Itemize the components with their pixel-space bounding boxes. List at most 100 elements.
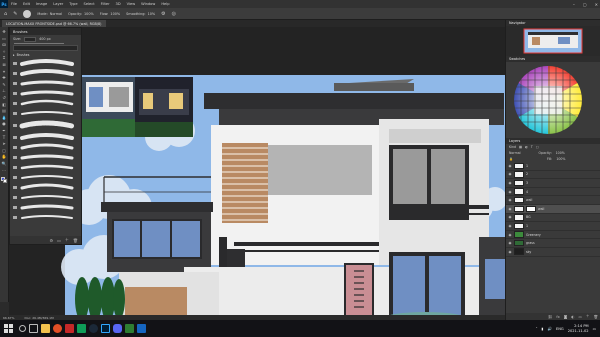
delete-brush-icon[interactable]: 🗑 — [73, 238, 78, 243]
zoom-readout[interactable]: 66.67% — [3, 316, 14, 320]
brush-preset-list[interactable] — [10, 58, 81, 233]
notification-icon[interactable]: ▭ — [593, 327, 596, 331]
marquee-tool-icon[interactable]: ▭ — [1, 36, 7, 42]
artwork[interactable] — [9, 27, 505, 320]
clock[interactable]: 2:14 PM 2021-11-02 — [568, 324, 589, 334]
menu-window[interactable]: Window — [138, 2, 158, 6]
visibility-eye-icon[interactable]: ◉ — [508, 250, 512, 254]
layer-opacity-value[interactable]: 100% — [556, 151, 565, 155]
layer-fill-value[interactable]: 100% — [556, 157, 565, 161]
brush-preset-picker[interactable] — [23, 9, 32, 18]
color-wheel[interactable] — [506, 62, 600, 138]
blend-mode-select[interactable]: Normal — [509, 151, 521, 155]
layer-kind-filter[interactable]: Kind — [509, 145, 516, 149]
magic-wand-tool-icon[interactable]: ✧ — [1, 49, 7, 55]
new-group-icon[interactable]: ▭ — [578, 315, 581, 319]
visibility-eye-icon[interactable]: ◉ — [508, 190, 512, 194]
layer-row[interactable]: ◉ grass — [506, 239, 600, 248]
layer-row[interactable]: ◉ 3 — [506, 179, 600, 188]
menu-view[interactable]: View — [124, 2, 139, 6]
color-swatches[interactable] — [1, 177, 7, 184]
menu-file[interactable]: File — [8, 2, 20, 6]
filter-adjust-icon[interactable]: ◐ — [525, 145, 528, 149]
photoshop-logo[interactable]: Ps — [0, 0, 8, 8]
menu-select[interactable]: Select — [81, 2, 98, 6]
more-tools-icon[interactable]: … — [1, 167, 7, 173]
layer-row[interactable]: ◉ 1 — [506, 222, 600, 231]
explorer-icon[interactable] — [41, 324, 50, 333]
layer-row-active[interactable]: ◉ wall — [506, 204, 600, 214]
visibility-eye-icon[interactable]: ◉ — [508, 172, 512, 176]
new-brush-icon[interactable]: ＋ — [65, 237, 69, 243]
new-layer-icon[interactable]: ＋ — [586, 314, 590, 319]
layer-row[interactable]: ◉ wall — [506, 196, 600, 205]
visibility-eye-icon[interactable]: ◉ — [508, 224, 512, 228]
maximize-button[interactable]: ▢ — [583, 2, 587, 7]
visibility-eye-icon[interactable]: ◉ — [508, 207, 512, 211]
zoom-tool-icon[interactable]: 🔍 — [1, 161, 7, 167]
brush-search-input[interactable] — [13, 45, 78, 51]
layer-row[interactable]: ◉ sky — [506, 248, 600, 257]
layer-row[interactable]: ◉ 2 — [506, 171, 600, 180]
move-tool-icon[interactable]: ✥ — [1, 29, 7, 35]
mail-icon[interactable] — [137, 324, 146, 333]
blur-tool-icon[interactable]: 💧 — [1, 115, 7, 121]
brush-tool-icon[interactable]: ✎ — [1, 82, 7, 88]
lock-icon[interactable]: 🔒 — [509, 157, 513, 161]
stamp-tool-icon[interactable]: ⊥ — [1, 88, 7, 94]
menu-3d[interactable]: 3D — [113, 2, 124, 6]
gear-icon[interactable]: ⚙ — [161, 11, 165, 17]
layer-row[interactable]: ◉ 4 — [506, 188, 600, 197]
pen-tool-icon[interactable]: ✒ — [1, 128, 7, 134]
flow-option[interactable]: Flow: 100% — [100, 12, 120, 16]
visibility-eye-icon[interactable]: ◉ — [508, 241, 512, 245]
menu-layer[interactable]: Layer — [50, 2, 66, 6]
add-mask-icon[interactable]: ◙ — [564, 315, 568, 319]
media-icon[interactable] — [65, 324, 74, 333]
shape-tool-icon[interactable]: ▢ — [1, 148, 7, 154]
layer-style-icon[interactable]: fx — [556, 315, 559, 319]
visibility-eye-icon[interactable]: ◉ — [508, 233, 512, 237]
network-icon[interactable]: ▮ — [541, 327, 543, 331]
link-layers-icon[interactable]: ⛓ — [548, 315, 553, 319]
dodge-tool-icon[interactable]: ● — [1, 121, 7, 127]
canvas-area[interactable] — [9, 27, 505, 320]
home-icon[interactable]: ⌂ — [4, 11, 7, 17]
lasso-tool-icon[interactable]: ꝏ — [1, 42, 7, 48]
visibility-eye-icon[interactable]: ◉ — [508, 215, 512, 219]
delete-layer-icon[interactable]: 🗑 — [593, 315, 598, 319]
layer-row[interactable]: ◉ BG — [506, 214, 600, 223]
history-brush-tool-icon[interactable]: ↺ — [1, 95, 7, 101]
filter-shape-icon[interactable]: ▢ — [536, 145, 539, 149]
adjustment-layer-icon[interactable]: ◐ — [571, 315, 574, 319]
brush-tool-icon[interactable]: ✎ — [13, 11, 17, 17]
new-group-icon[interactable]: ▭ — [57, 238, 61, 243]
filter-pixel-icon[interactable]: ▦ — [519, 145, 522, 149]
brush-size-input[interactable] — [24, 36, 37, 42]
menu-help[interactable]: Help — [158, 2, 172, 6]
crop-tool-icon[interactable]: ⌗ — [1, 55, 7, 61]
layer-row[interactable]: ◉ 1 — [506, 162, 600, 171]
gradient-tool-icon[interactable]: ▤ — [1, 108, 7, 114]
photoshop-taskbar-icon[interactable] — [101, 324, 110, 333]
eraser-tool-icon[interactable]: ◧ — [1, 102, 7, 108]
mode-option[interactable]: Mode: Normal — [37, 12, 62, 16]
menu-filter[interactable]: Filter — [98, 2, 113, 6]
search-taskbar-icon[interactable] — [19, 325, 26, 332]
visibility-eye-icon[interactable]: ◉ — [508, 198, 512, 202]
menu-edit[interactable]: Edit — [20, 2, 33, 6]
healing-tool-icon[interactable]: ✚ — [1, 75, 7, 81]
filter-type-icon[interactable]: T — [531, 145, 533, 149]
start-icon[interactable] — [4, 324, 13, 333]
eyedropper-tool-icon[interactable]: ⌖ — [1, 69, 7, 75]
close-button[interactable]: ✕ — [595, 2, 598, 7]
hand-tool-icon[interactable]: ✋ — [1, 154, 7, 160]
visibility-eye-icon[interactable]: ◉ — [508, 181, 512, 185]
brush-size-slider[interactable] — [14, 43, 64, 44]
visibility-eye-icon[interactable]: ◉ — [508, 164, 512, 168]
menu-type[interactable]: Type — [66, 2, 80, 6]
path-select-tool-icon[interactable]: ➤ — [1, 141, 7, 147]
steam-icon[interactable] — [89, 324, 98, 333]
volume-icon[interactable]: 🔊 — [547, 327, 551, 331]
background-color[interactable] — [3, 179, 7, 184]
